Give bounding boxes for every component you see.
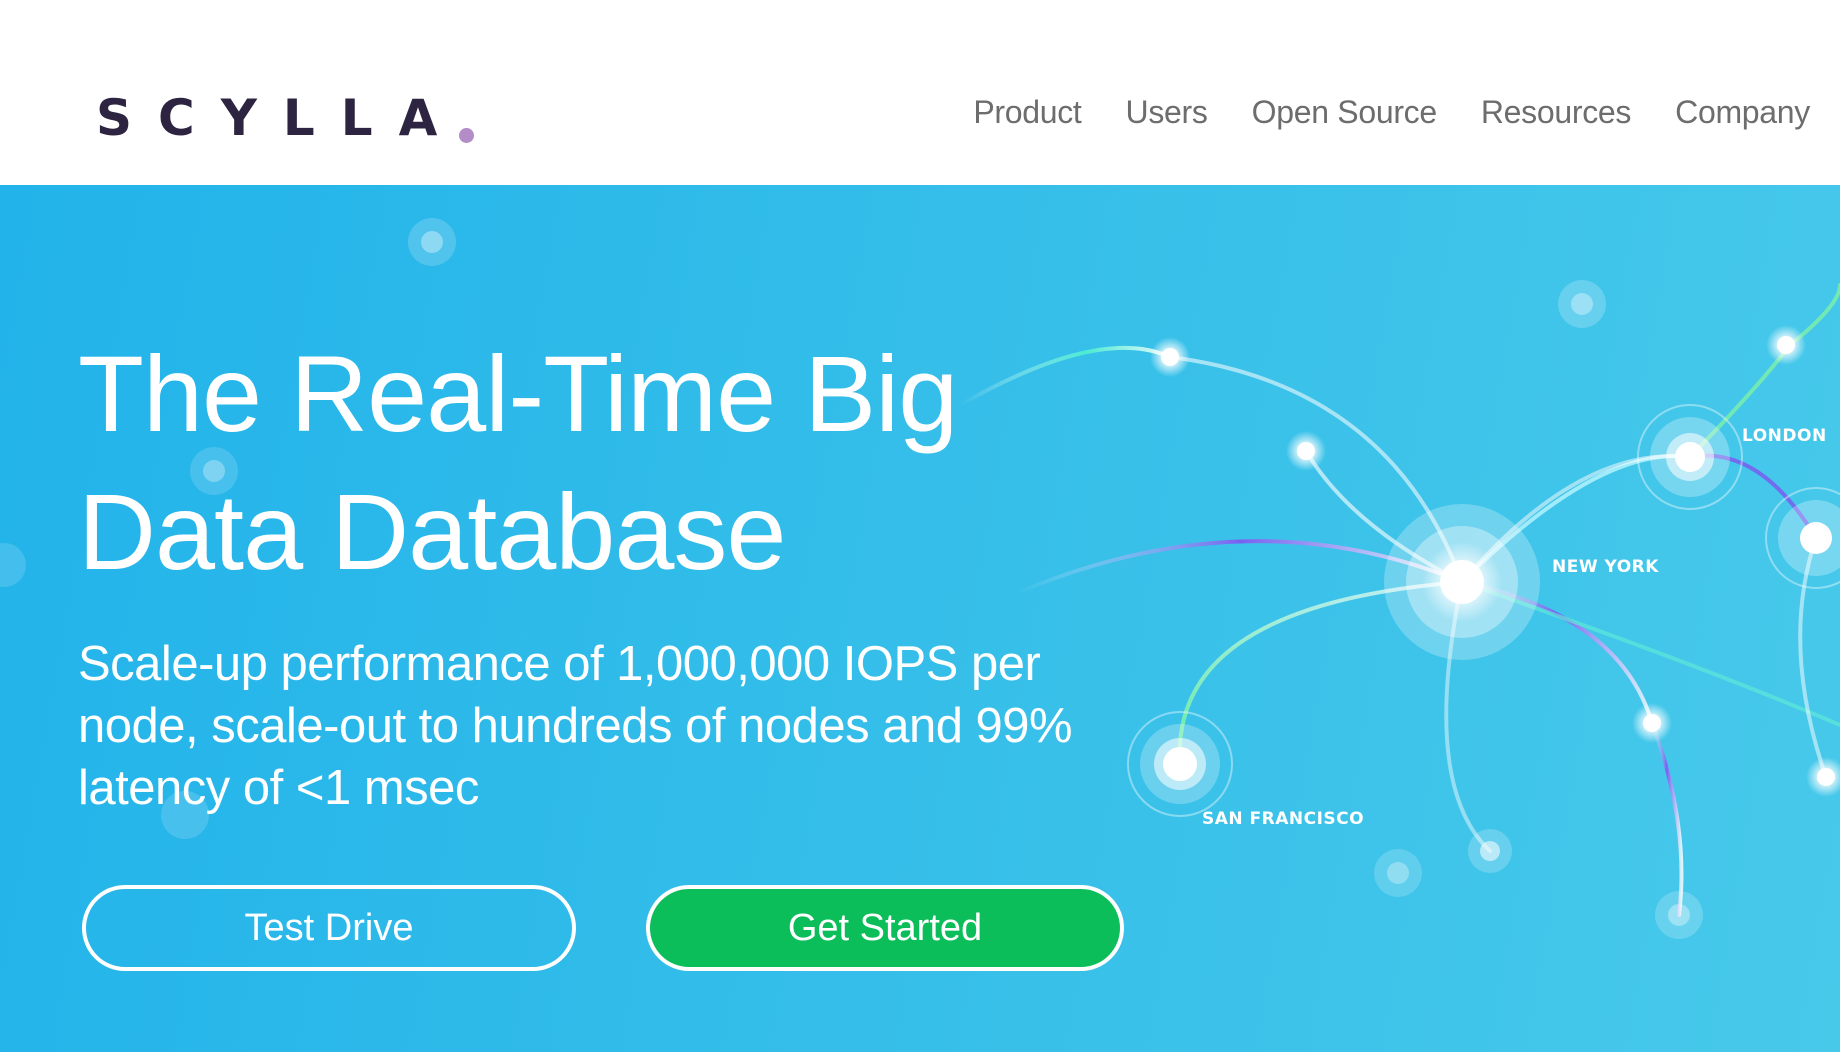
nav-item-resources[interactable]: Resources: [1481, 94, 1632, 131]
nav-item-company[interactable]: Company: [1675, 94, 1810, 131]
nav-item-product[interactable]: Product: [973, 94, 1081, 131]
hero-section: The Real-Time Big Data Database Scale-up…: [0, 185, 1840, 1052]
site-header: SCYLLA Product Users Open Source Resourc…: [0, 0, 1840, 185]
scylla-logo[interactable]: SCYLLA: [96, 88, 475, 148]
nav-item-users[interactable]: Users: [1126, 94, 1208, 131]
map-label-san-francisco: SAN FRANCISCO: [1202, 809, 1365, 829]
map-label-london: LONDON: [1742, 426, 1827, 446]
logo-wordmark: SCYLLA: [96, 89, 464, 147]
logo-dot-icon: [459, 127, 475, 143]
node-london: [1637, 404, 1743, 510]
node-new-york: [1384, 504, 1540, 660]
hero-headline: The Real-Time Big Data Database: [78, 333, 958, 592]
map-label-new-york: NEW YORK: [1552, 557, 1659, 577]
main-nav: Product Users Open Source Resources Comp…: [973, 94, 1810, 131]
nav-item-open-source[interactable]: Open Source: [1252, 94, 1438, 131]
hero-subheadline: Scale-up performance of 1,000,000 IOPS p…: [78, 637, 1073, 815]
node-right-edge: [1765, 487, 1840, 589]
get-started-button[interactable]: Get Started: [646, 885, 1124, 971]
test-drive-button[interactable]: Test Drive: [82, 885, 576, 971]
